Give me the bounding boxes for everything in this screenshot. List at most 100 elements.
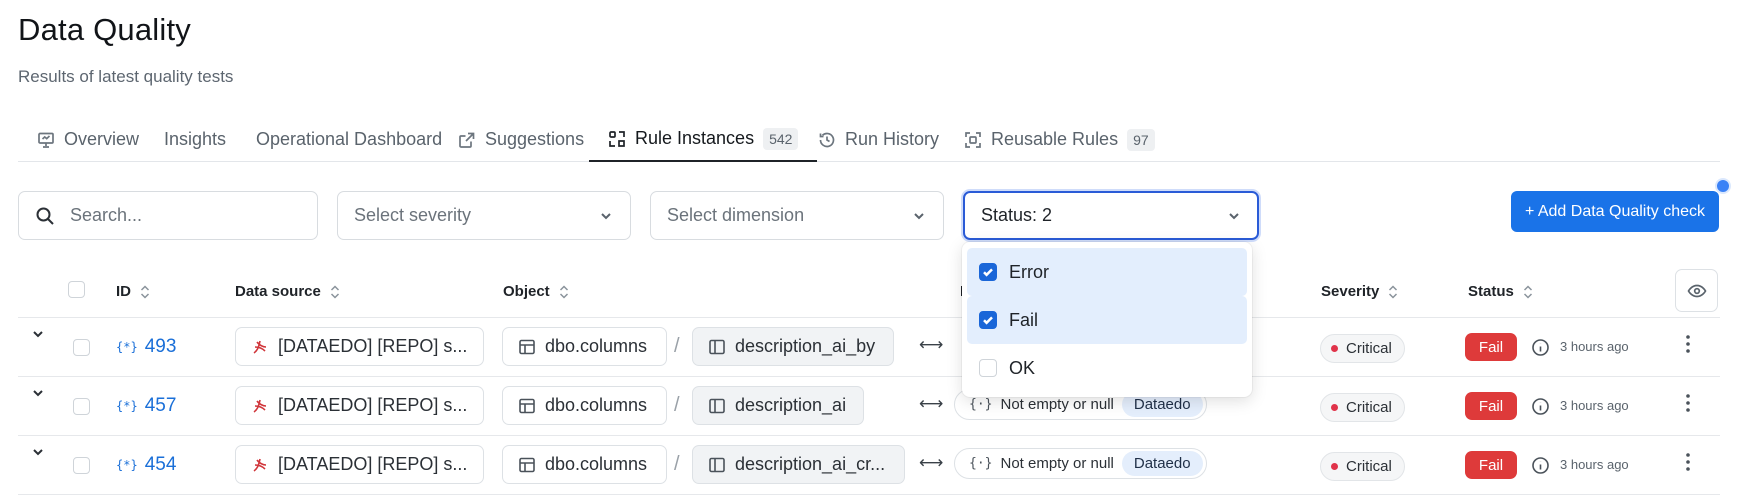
column-header-object[interactable]: Object (503, 283, 570, 300)
data-source-pill[interactable]: [DATAEDO] [REPO] s... (235, 327, 484, 366)
column-header-severity[interactable]: Severity (1321, 283, 1399, 300)
path-separator: / (674, 394, 680, 416)
tab-label: Operational Dashboard (256, 129, 443, 149)
tab-operational-dashboard[interactable]: Operational Dashboard (237, 117, 461, 162)
status-option-error[interactable]: Error (967, 248, 1247, 296)
table-row[interactable]: {*} 454 [DATAEDO] [REPO] s... dbo.columns… (18, 436, 1720, 495)
severity-select[interactable]: Select severity (337, 191, 631, 240)
rule-name: Not empty or null (1000, 455, 1114, 472)
tab-run-history[interactable]: Run History (799, 117, 958, 162)
sql-server-icon (253, 399, 267, 413)
tab-insights[interactable]: Insights (145, 117, 245, 162)
tab-overview[interactable]: Overview (18, 117, 158, 162)
data-source-name: [DATAEDO] [REPO] s... (278, 395, 468, 415)
table-row[interactable]: {*} 457 [DATAEDO] [REPO] s... dbo.columns… (18, 377, 1720, 436)
sql-server-icon (253, 458, 267, 472)
tab-label: Rule Instances (635, 128, 755, 148)
object-column-pill[interactable]: description_ai_cr... (692, 445, 905, 484)
sort-icon (140, 284, 150, 299)
path-separator: / (674, 335, 680, 357)
history-icon (819, 132, 835, 147)
chevron-down-icon[interactable] (30, 385, 46, 401)
status-option-fail[interactable]: Fail (967, 296, 1247, 344)
rule-id-link[interactable]: {*} 454 (116, 454, 176, 476)
option-checkbox[interactable] (979, 359, 997, 377)
rule-tag: Dataedo (1121, 451, 1203, 476)
severity-badge: Critical (1320, 334, 1405, 363)
object-table-pill[interactable]: dbo.columns (502, 327, 667, 366)
object-table-pill[interactable]: dbo.columns (502, 386, 667, 425)
chevron-down-icon[interactable] (30, 326, 46, 342)
critical-dot-icon (1331, 345, 1338, 352)
presentation-icon (38, 132, 54, 148)
column-header-id[interactable]: ID (116, 283, 151, 300)
info-icon[interactable] (1531, 397, 1550, 416)
option-checkbox[interactable] (979, 263, 997, 281)
column-header-label: Object (503, 283, 550, 300)
status-option-ok[interactable]: OK (967, 344, 1247, 392)
tab-count-badge: 97 (1127, 128, 1155, 151)
severity-label: Critical (1346, 340, 1392, 357)
dimension-select[interactable]: Select dimension (650, 191, 944, 240)
column-icon (709, 339, 725, 354)
column-header-data-source[interactable]: Data source (235, 283, 341, 300)
option-label: OK (1009, 357, 1036, 378)
column-icon (709, 398, 725, 413)
info-icon[interactable] (1531, 338, 1550, 357)
object-column-name: description_ai_by (735, 336, 876, 356)
row-checkbox[interactable] (73, 457, 90, 474)
chevron-down-icon (914, 213, 924, 220)
eye-icon (1687, 284, 1706, 297)
row-checkbox[interactable] (73, 398, 90, 415)
last-run-time: 3 hours ago (1560, 339, 1629, 354)
status-badge: Fail (1465, 392, 1517, 420)
status-select[interactable]: Status: 2 (963, 191, 1259, 240)
chevron-down-icon (601, 213, 611, 220)
path-separator: / (674, 453, 680, 475)
notification-dot[interactable] (1715, 178, 1731, 194)
tab-count-badge: 542 (763, 127, 799, 150)
table-icon (519, 398, 535, 413)
object-table-name: dbo.columns (545, 336, 648, 356)
tab-label: Reusable Rules (991, 129, 1119, 149)
severity-label: Critical (1346, 399, 1392, 416)
more-options-icon[interactable] (1678, 451, 1698, 473)
table-row[interactable]: {*} 493 [DATAEDO] [REPO] s... dbo.columns… (18, 318, 1720, 377)
row-checkbox[interactable] (73, 339, 90, 356)
rule-id-link[interactable]: {*} 457 (116, 395, 176, 417)
tab-reusable-rules[interactable]: Reusable Rules 97 (945, 117, 1174, 162)
severity-label: Critical (1346, 458, 1392, 475)
rule-pill[interactable]: {·} Not empty or null Dataedo (954, 448, 1207, 479)
more-options-icon[interactable] (1678, 333, 1698, 355)
option-label: Error (1009, 261, 1049, 282)
chevron-down-icon[interactable] (30, 444, 46, 460)
info-icon[interactable] (1531, 456, 1550, 475)
search-icon (36, 207, 54, 225)
data-source-pill[interactable]: [DATAEDO] [REPO] s... (235, 445, 484, 484)
object-table-pill[interactable]: dbo.columns (502, 445, 667, 484)
column-icon (709, 457, 725, 472)
tab-label: Insights (164, 129, 227, 149)
severity-badge: Critical (1320, 452, 1405, 481)
add-data-quality-check-button[interactable]: + Add Data Quality check (1511, 191, 1719, 232)
search-input[interactable]: Search... (18, 191, 318, 240)
table-header: ID Data source Object R Severity Status (18, 265, 1720, 318)
object-column-pill[interactable]: description_ai (692, 386, 864, 425)
rule-id-link[interactable]: {*} 493 (116, 336, 176, 358)
more-options-icon[interactable] (1678, 392, 1698, 414)
rule-name: Not empty or null (1000, 396, 1114, 413)
data-source-pill[interactable]: [DATAEDO] [REPO] s... (235, 386, 484, 425)
column-header-status[interactable]: Status (1468, 283, 1534, 300)
column-visibility-button[interactable] (1675, 269, 1718, 312)
tab-label: Suggestions (485, 129, 585, 149)
option-checkbox[interactable] (979, 311, 997, 329)
tab-rule-instances[interactable]: Rule Instances 542 (589, 117, 818, 162)
reusable-rules-icon (965, 131, 981, 148)
select-all-checkbox[interactable] (68, 281, 85, 298)
status-select-value: Status: 2 (981, 205, 1053, 225)
column-header-label: ID (116, 283, 131, 300)
external-link-icon (459, 132, 475, 148)
object-table-name: dbo.columns (545, 395, 648, 415)
tab-suggestions[interactable]: Suggestions (439, 117, 603, 162)
object-column-pill[interactable]: description_ai_by (692, 327, 894, 366)
